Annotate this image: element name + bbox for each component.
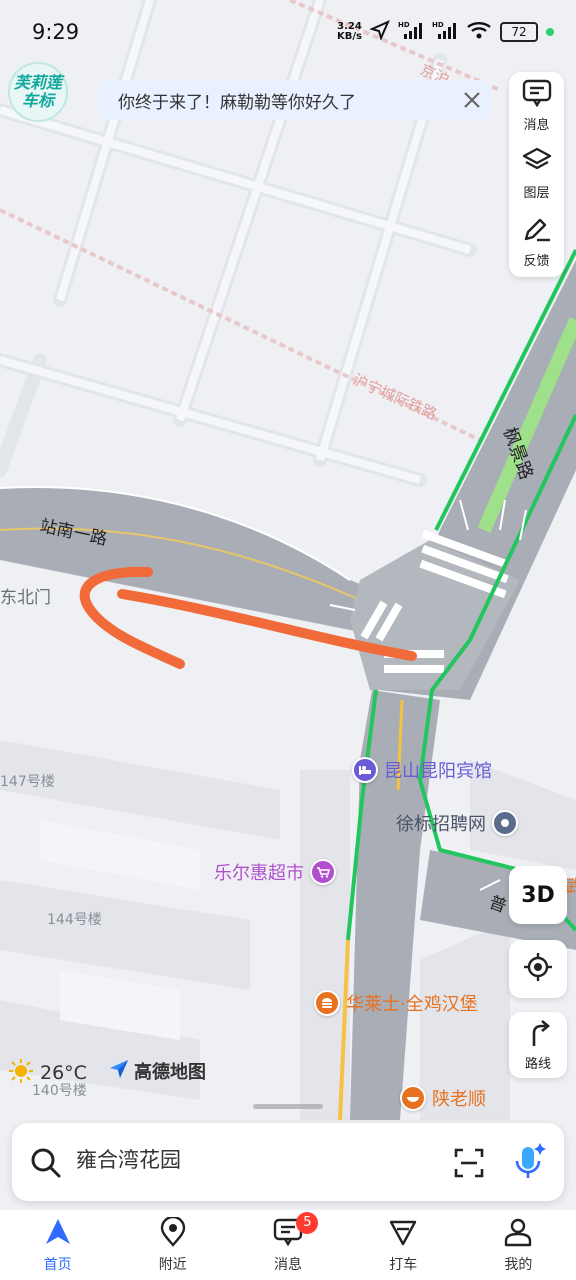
route-label: 路线	[524, 1056, 551, 1072]
drag-handle[interactable]	[253, 1104, 323, 1109]
map-canvas[interactable]	[0, 0, 576, 1210]
nav-label: 附近	[158, 1256, 187, 1273]
message-icon	[522, 79, 552, 111]
network-speed: 3.24 KB/s	[337, 22, 362, 42]
burger-icon	[314, 990, 340, 1016]
hotel-icon	[352, 757, 378, 783]
home-navigation-icon	[43, 1217, 73, 1251]
notification-badge: 5	[296, 1212, 319, 1234]
nav-profile[interactable]: 我的	[461, 1210, 576, 1280]
brand-name: 高德地图	[134, 1062, 206, 1083]
search-icon	[30, 1147, 62, 1183]
close-icon[interactable]	[458, 86, 486, 114]
shopping-cart-icon	[310, 859, 336, 885]
layers-label: 图层	[523, 186, 550, 201]
poi-leerhui-supermarket[interactable]: 乐尔惠超市	[214, 859, 336, 885]
greeting-banner[interactable]: 你终于来了！麻勒勒等你好久了	[98, 80, 492, 120]
user-icon	[503, 1217, 533, 1251]
pencil-icon	[522, 215, 552, 247]
feedback-label: 反馈	[523, 254, 550, 269]
status-icons: 3.24 KB/s HD HD 72	[337, 20, 554, 44]
scan-icon[interactable]	[453, 1147, 485, 1183]
location-pin-icon	[158, 1215, 188, 1251]
location-arrow-icon	[369, 20, 390, 44]
app-logo[interactable]: 芙莉莲 车标	[8, 62, 68, 122]
layers-button[interactable]: 图层	[509, 140, 564, 208]
banner-text: 你终于来了！麻勒勒等你好久了	[118, 92, 356, 113]
status-bar: 9:29 3.24 KB/s HD HD 72	[0, 0, 576, 62]
weather-widget[interactable]: 26°C	[8, 1058, 87, 1088]
voice-assistant-icon[interactable]	[510, 1141, 546, 1185]
map-tools-panel: 消息 图层 反馈	[509, 72, 564, 277]
nav-taxi[interactable]: 打车	[346, 1210, 461, 1280]
locate-button[interactable]	[509, 940, 567, 998]
battery-level: 72	[500, 22, 538, 42]
route-turn-icon	[525, 1019, 551, 1051]
route-button[interactable]: 路线	[509, 1012, 567, 1078]
search-input[interactable]	[76, 1147, 436, 1171]
nav-home[interactable]: 首页	[0, 1210, 115, 1280]
nav-label: 消息	[274, 1256, 302, 1273]
signal-icon: HD	[398, 20, 424, 44]
bottom-navigation: 首页 附近 5 消息 打车 我的	[0, 1210, 576, 1280]
poi-shanlaoshun[interactable]: 陕老顺	[400, 1085, 486, 1111]
messages-button[interactable]: 消息	[509, 72, 564, 140]
status-time: 9:29	[32, 20, 80, 44]
svg-text:HD: HD	[432, 21, 444, 29]
crosshair-icon	[523, 952, 553, 986]
map-screen: 站南一路 枫景路 沪宁城际铁路 京沪 东北门 147号楼 144号楼 140号楼…	[0, 0, 576, 1280]
poi-name: 昆山昆阳宾馆	[384, 761, 492, 782]
nav-nearby[interactable]: 附近	[115, 1210, 230, 1280]
poi-name: 华莱士·全鸡汉堡	[346, 994, 478, 1015]
poi-name: 徐标招聘网	[396, 814, 486, 835]
wifi-icon	[466, 20, 492, 44]
poi-kunyang-hotel[interactable]: 昆山昆阳宾馆	[352, 757, 492, 783]
logo-line2: 车标	[21, 91, 54, 110]
restaurant-icon	[400, 1085, 426, 1111]
taxi-icon	[388, 1217, 418, 1251]
poi-name: 陕老顺	[432, 1089, 486, 1110]
map-label-north-east-gate: 东北门	[0, 588, 51, 608]
nav-label: 我的	[504, 1256, 533, 1273]
brand-watermark: 高德地图	[108, 1058, 206, 1084]
feedback-button[interactable]: 反馈	[509, 208, 564, 276]
poi-name: 乐尔惠超市	[214, 863, 304, 884]
sun-icon	[8, 1058, 34, 1088]
poi-xubiao[interactable]: 徐标招聘网	[396, 810, 518, 836]
weather-temperature: 26°C	[40, 1062, 87, 1084]
3d-toggle-button[interactable]: 3D	[509, 866, 567, 924]
map-label-bldg-147: 147号楼	[0, 774, 55, 790]
svg-text:HD: HD	[398, 21, 410, 29]
map-label-bldg-144: 144号楼	[47, 912, 102, 928]
signal-icon-2: HD	[432, 20, 458, 44]
search-bar[interactable]	[12, 1123, 564, 1201]
privacy-indicator-dot	[546, 28, 554, 36]
layers-icon	[522, 147, 552, 179]
network-speed-unit: KB/s	[337, 31, 362, 42]
place-icon	[492, 810, 518, 836]
poi-wallace-burger[interactable]: 华莱士·全鸡汉堡	[314, 990, 478, 1016]
nav-label: 首页	[43, 1256, 72, 1273]
messages-label: 消息	[523, 118, 550, 133]
amap-logo-icon	[108, 1058, 130, 1084]
logo-line1: 芙莉莲	[13, 73, 62, 92]
nav-label: 打车	[389, 1256, 418, 1273]
nav-messages[interactable]: 5 消息	[230, 1210, 345, 1280]
